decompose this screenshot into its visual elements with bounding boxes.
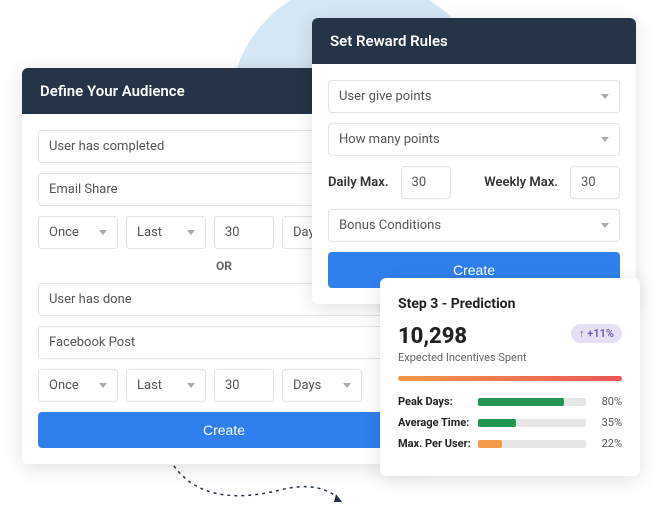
condition2-period-select[interactable]: Last [126,369,206,402]
select-value: Once [49,378,79,393]
condition1-num-input[interactable]: 30 [214,216,274,249]
metric-row: Average Time: 35% [398,416,622,429]
metric-value: 35% [594,416,622,429]
weekly-max-label: Weekly Max. [484,175,558,190]
metric-label: Peak Days: [398,395,478,408]
prediction-card: Step 3 - Prediction 10,298 Expected Ince… [380,278,640,476]
metric-label: Average Time: [398,416,478,429]
select-value: Once [49,225,79,240]
reward-type-select[interactable]: User give points [328,80,620,113]
reward-amount-select[interactable]: How many points [328,123,620,156]
select-value: Facebook Post [49,335,135,350]
chevron-down-icon [187,230,195,235]
metric-row: Peak Days: 80% [398,395,622,408]
weekly-max-input[interactable]: 30 [570,166,620,199]
select-value: Days [293,378,321,393]
chevron-down-icon [601,223,609,228]
metric-value: 80% [594,395,622,408]
reward-card: Set Reward Rules User give points How ma… [312,18,636,304]
select-value: Bonus Conditions [339,218,441,233]
condition2-unit-select[interactable]: Days [282,369,362,402]
chevron-down-icon [343,383,351,388]
chevron-down-icon [601,94,609,99]
condition2-freq-select[interactable]: Once [38,369,118,402]
prediction-title: Step 3 - Prediction [398,296,622,312]
select-value: User has completed [49,139,164,154]
chevron-down-icon [187,383,195,388]
chevron-down-icon [99,230,107,235]
chevron-down-icon [601,137,609,142]
prediction-subtitle: Expected Incentives Spent [398,351,527,364]
audience-create-button[interactable]: Create [38,412,410,448]
chevron-down-icon [99,383,107,388]
select-value: Last [137,378,162,393]
metric-label: Max. Per User: [398,437,478,450]
select-value: User give points [339,89,431,104]
reward-title: Set Reward Rules [312,18,636,64]
prediction-progress-bar [398,376,622,381]
prediction-value: 10,298 [398,324,527,349]
condition2-num-input[interactable]: 30 [214,369,274,402]
metric-row: Max. Per User: 22% [398,437,622,450]
select-value: How many points [339,132,440,147]
condition1-freq-select[interactable]: Once [38,216,118,249]
daily-max-input[interactable]: 30 [401,166,451,199]
bonus-conditions-select[interactable]: Bonus Conditions [328,209,620,242]
condition2-object-select[interactable]: Facebook Post [38,326,410,359]
metric-bar [478,398,586,406]
daily-max-label: Daily Max. [328,175,389,190]
condition1-period-select[interactable]: Last [126,216,206,249]
metric-bar [478,440,586,448]
select-value: Last [137,225,162,240]
metric-bar [478,419,586,427]
select-value: User has done [49,292,132,307]
metric-value: 22% [594,437,622,450]
prediction-badge: ↑ +11% [571,324,622,343]
select-value: Email Share [49,182,118,197]
